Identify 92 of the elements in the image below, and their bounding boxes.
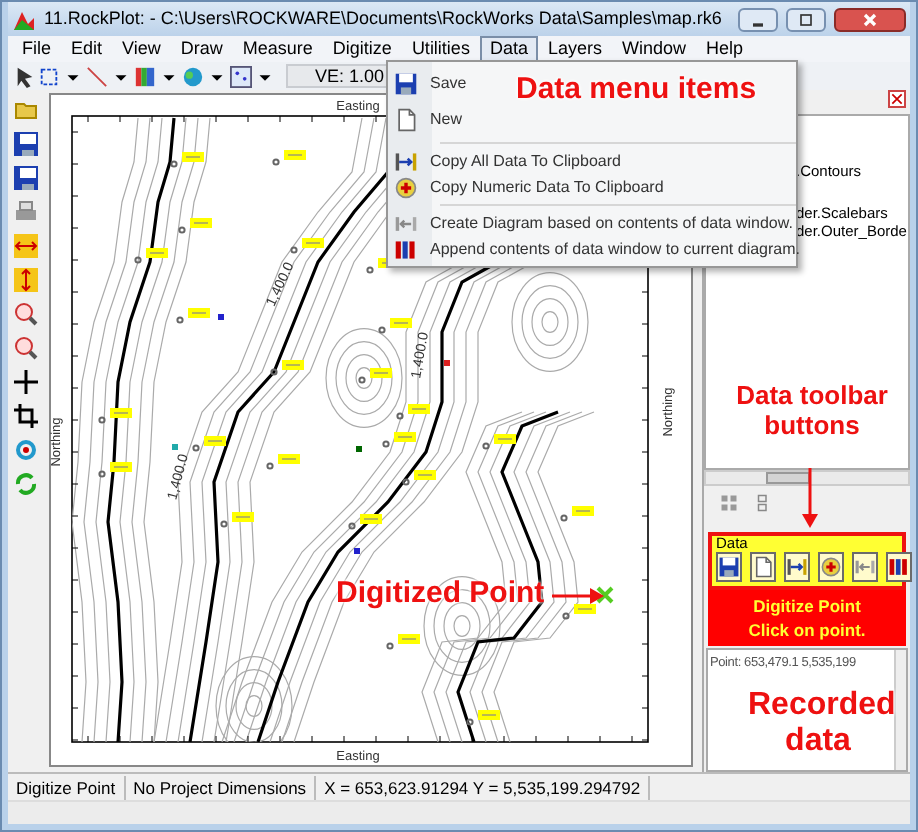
striped-bars-icon <box>394 237 418 261</box>
menu-item[interactable]: Window <box>611 36 696 62</box>
save-icon[interactable] <box>13 132 37 156</box>
well-marker <box>562 604 596 620</box>
menu-item[interactable]: Measure <box>232 36 323 62</box>
menu-item[interactable]: Save <box>388 66 473 102</box>
stacked-squares-icon[interactable] <box>754 494 772 512</box>
digitized-point-marker <box>596 586 614 604</box>
annotation-label: Data toolbar buttons <box>734 380 890 440</box>
well-marker <box>266 454 300 470</box>
menu-item[interactable]: Edit <box>61 36 113 62</box>
new-page-icon <box>752 556 774 578</box>
striped-bars-button[interactable] <box>886 552 912 582</box>
bracket-arrow-button[interactable] <box>852 552 878 582</box>
vertical-scrollbar[interactable] <box>894 650 906 770</box>
well-marker <box>176 308 210 324</box>
menu-item[interactable]: Utilities <box>401 36 480 62</box>
crop-icon[interactable] <box>13 404 37 428</box>
pointer-arrow <box>798 468 822 530</box>
numeric-disc-button[interactable] <box>818 552 844 582</box>
bracket-arrow-icon <box>854 556 876 578</box>
well-marker <box>382 432 416 448</box>
menu-item[interactable]: Help <box>696 36 754 62</box>
well-marker <box>192 436 226 452</box>
pointer-arrow <box>552 588 604 604</box>
horizontal-scrollbar[interactable] <box>704 470 910 486</box>
copy-arrow-button[interactable] <box>784 552 810 582</box>
select-box-icon[interactable] <box>38 65 60 87</box>
menu-item[interactable]: Append contents of data window to current diagram. <box>388 236 806 262</box>
well-marker <box>386 634 420 650</box>
copy-arrow-icon <box>394 149 418 173</box>
striped-bars-icon <box>888 556 910 578</box>
numeric-disc-icon <box>394 175 418 199</box>
well-marker <box>98 462 132 478</box>
minimize-button[interactable] <box>738 7 778 31</box>
maximize-icon[interactable] <box>796 9 816 29</box>
save-icon[interactable] <box>13 166 37 190</box>
window-title: 11.RockPlot: - C:\Users\ROCKWARE\Documents\RockWorks Data\Samples\map.rk6 <box>44 5 724 32</box>
rotate-icon[interactable] <box>13 438 37 462</box>
well-marker <box>378 318 412 334</box>
new-page-button[interactable] <box>750 552 776 582</box>
bracket-arrow-icon <box>394 211 418 235</box>
well-marker <box>134 248 168 264</box>
well-marker <box>482 434 516 450</box>
menu-item[interactable]: New <box>388 102 469 138</box>
well-marker <box>272 150 306 166</box>
prompt-title: Digitize Point <box>751 594 863 618</box>
well-marker <box>220 512 254 528</box>
well-marker <box>560 506 594 522</box>
fit-width-icon[interactable] <box>13 234 37 258</box>
menu-item[interactable]: Copy All Data To Clipboard <box>388 148 627 174</box>
save-button[interactable] <box>716 552 742 582</box>
close-button[interactable] <box>834 7 906 31</box>
ve-field: VE: 1.00 <box>286 64 390 88</box>
well-marker <box>402 470 436 486</box>
well-marker <box>98 408 132 424</box>
copy-arrow-icon <box>786 556 808 578</box>
scatter-icon[interactable] <box>230 65 252 87</box>
annotation-label: Data menu items <box>516 74 757 106</box>
new-page-icon <box>394 108 418 132</box>
well-marker <box>396 404 430 420</box>
menu-item[interactable]: Digitize <box>322 36 402 62</box>
menu-item[interactable]: View <box>112 36 171 62</box>
move-icon[interactable] <box>13 370 37 394</box>
numeric-disc-icon <box>820 556 842 578</box>
color-bar-icon[interactable] <box>134 65 156 87</box>
well-marker <box>178 218 212 234</box>
well-marker <box>290 238 324 254</box>
menu-item[interactable]: Copy Numeric Data To Clipboard <box>388 174 670 200</box>
maximize-button[interactable] <box>786 7 826 31</box>
menu-item[interactable]: File <box>12 36 62 62</box>
well-marker <box>348 514 382 530</box>
well-marker <box>270 360 304 376</box>
menu-item[interactable]: Data <box>479 36 538 62</box>
menu-item[interactable]: Layers <box>537 36 612 62</box>
line-icon[interactable] <box>86 65 108 87</box>
pointer-icon[interactable] <box>14 65 36 87</box>
zoom-out-icon[interactable] <box>13 336 37 360</box>
menu-item[interactable]: Create Diagram based on contents of data window. <box>388 210 799 236</box>
well-marker <box>170 152 204 168</box>
well-marker <box>358 368 392 384</box>
refresh-icon[interactable] <box>13 472 37 496</box>
menu-item[interactable]: Draw <box>170 36 233 62</box>
folder-icon[interactable] <box>13 98 37 122</box>
fit-height-icon[interactable] <box>13 268 37 292</box>
save-icon <box>394 72 418 96</box>
app-logo-icon <box>12 7 36 31</box>
prompt-hint: Click on point. <box>746 618 868 642</box>
printer-icon[interactable] <box>13 200 37 224</box>
save-icon <box>718 556 740 578</box>
well-marker <box>466 710 500 726</box>
zoom-in-icon[interactable] <box>13 302 37 326</box>
